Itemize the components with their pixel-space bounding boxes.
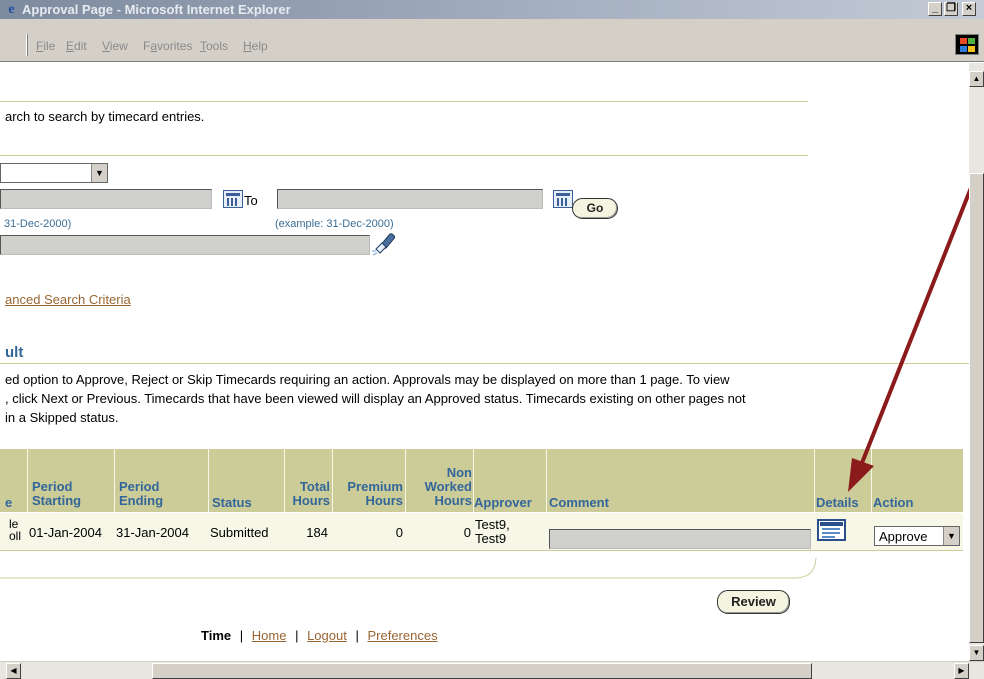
period-starting-cell: 01-Jan-2004	[29, 525, 102, 540]
footer-separator: |	[295, 628, 299, 643]
from-date-input[interactable]	[0, 189, 212, 209]
footer-link-logout[interactable]: Logout	[307, 628, 347, 643]
cell-line: oll	[9, 529, 22, 543]
results-description-line-1: ed option to Approve, Reject or Skip Tim…	[5, 372, 730, 387]
menu-help[interactable]: Help	[243, 39, 268, 53]
footer-nav: Time | Home | Logout | Preferences	[201, 628, 438, 643]
calendar-icon[interactable]	[223, 190, 243, 208]
column-separator	[208, 449, 209, 512]
column-separator	[114, 449, 115, 512]
search-criteria-select[interactable]: ▼	[0, 163, 108, 183]
column-header-line: Non	[446, 465, 472, 480]
period-ending-cell: 31-Jan-2004	[116, 525, 189, 540]
go-button[interactable]: Go	[572, 198, 618, 219]
menu-file[interactable]: File	[36, 39, 55, 53]
column-header-line: Hours	[292, 493, 330, 508]
flashlight-search-icon[interactable]	[370, 229, 402, 259]
vertical-scrollbar[interactable]: ▲ ▼	[969, 63, 984, 661]
scroll-right-icon[interactable]: ▶	[954, 663, 969, 679]
column-header-period-starting[interactable]: Period Starting	[32, 480, 81, 508]
divider	[0, 155, 808, 156]
chevron-down-icon[interactable]: ▼	[943, 527, 959, 545]
vertical-scroll-thumb[interactable]	[969, 173, 984, 643]
non-worked-hours-cell: 0	[463, 525, 471, 540]
menu-edit[interactable]: Edit	[66, 39, 87, 53]
column-separator	[814, 449, 815, 512]
window-title-bar: e Approval Page - Microsoft Internet Exp…	[0, 0, 984, 19]
status-cell: Submitted	[210, 525, 269, 540]
horizontal-scrollbar[interactable]: ◀ ▶	[0, 661, 984, 679]
annotation-arrow	[848, 159, 984, 492]
details-icon[interactable]	[817, 519, 847, 541]
column-header-line: Period	[119, 479, 160, 494]
column-header-line: Worked	[424, 479, 472, 494]
divider	[0, 101, 808, 102]
row-cut-cell: le oll	[9, 518, 21, 542]
column-header-line: Starting	[32, 493, 82, 508]
action-select[interactable]: Approve ▼	[874, 526, 960, 546]
to-date-input[interactable]	[277, 189, 543, 209]
maximize-button[interactable]: ❐	[944, 2, 958, 16]
advanced-search-link[interactable]: anced Search Criteria	[5, 292, 131, 307]
total-hours-cell: 184	[306, 525, 328, 540]
horizontal-scroll-thumb[interactable]	[152, 663, 812, 679]
footer-current: Time	[201, 628, 232, 643]
window-title: Approval Page - Microsoft Internet Explo…	[22, 2, 291, 17]
column-header-line: Hours	[434, 493, 472, 508]
footer-link-home[interactable]: Home	[252, 628, 287, 643]
from-date-example: 31-Dec-2000)	[4, 218, 72, 230]
column-header-approver: Approver	[474, 495, 532, 510]
to-label: To	[244, 193, 258, 208]
premium-hours-cell: 0	[395, 525, 403, 540]
footer-link-preferences[interactable]: Preferences	[367, 628, 437, 643]
column-header-non-worked-hours: Non Worked Hours	[406, 466, 473, 508]
results-heading: ult	[5, 344, 24, 361]
cell-line: Test9,	[475, 517, 510, 532]
column-separator	[546, 449, 547, 512]
results-description-line-3: in a Skipped status.	[5, 410, 119, 425]
column-header-total-hours: Total Hours	[284, 480, 332, 508]
minimize-button[interactable]: _	[928, 2, 942, 16]
review-button[interactable]: Review	[717, 590, 790, 614]
column-header-status[interactable]: Status	[212, 496, 252, 510]
scroll-up-icon[interactable]: ▲	[969, 71, 984, 87]
comment-input[interactable]	[549, 529, 811, 549]
column-header-period-ending[interactable]: Period Ending	[119, 480, 163, 508]
toolbar-grip	[26, 34, 28, 56]
action-select-value: Approve	[879, 529, 928, 544]
footer-separator: |	[355, 628, 359, 643]
page-content: arch to search by timecard entries. ▼ To…	[0, 63, 969, 661]
search-instructions: arch to search by timecard entries.	[5, 109, 205, 124]
column-header-premium-hours: Premium Hours	[333, 480, 405, 508]
cell-line: Test9	[475, 531, 507, 546]
calendar-icon[interactable]	[553, 190, 573, 208]
divider	[0, 363, 969, 364]
search-value-input[interactable]	[0, 235, 370, 255]
ie-logo-icon: e	[8, 2, 15, 17]
approver-cell: Test9, Test9	[475, 518, 510, 546]
column-header-line: Period	[32, 479, 73, 494]
scroll-down-icon[interactable]: ▼	[969, 645, 984, 661]
column-header-line: Hours	[365, 493, 403, 508]
menu-tools[interactable]: Tools	[200, 39, 228, 53]
column-header-cut: e	[5, 495, 13, 510]
menu-favorites[interactable]: Favorites	[143, 39, 192, 53]
footer-separator: |	[239, 628, 244, 643]
windows-logo-icon	[955, 34, 979, 55]
results-description-line-2: , click Next or Previous. Timecards that…	[5, 391, 746, 406]
chevron-down-icon[interactable]: ▼	[91, 164, 107, 182]
menu-view[interactable]: View	[102, 39, 128, 53]
table-footer-border	[0, 557, 817, 579]
column-header-line: Ending	[119, 493, 164, 508]
column-separator	[27, 449, 28, 512]
column-header-line: Total	[299, 479, 330, 494]
column-header-line: Premium	[347, 479, 403, 494]
column-header-comment: Comment	[549, 495, 609, 510]
close-button[interactable]: ×	[962, 2, 976, 16]
scroll-left-icon[interactable]: ◀	[6, 663, 21, 679]
